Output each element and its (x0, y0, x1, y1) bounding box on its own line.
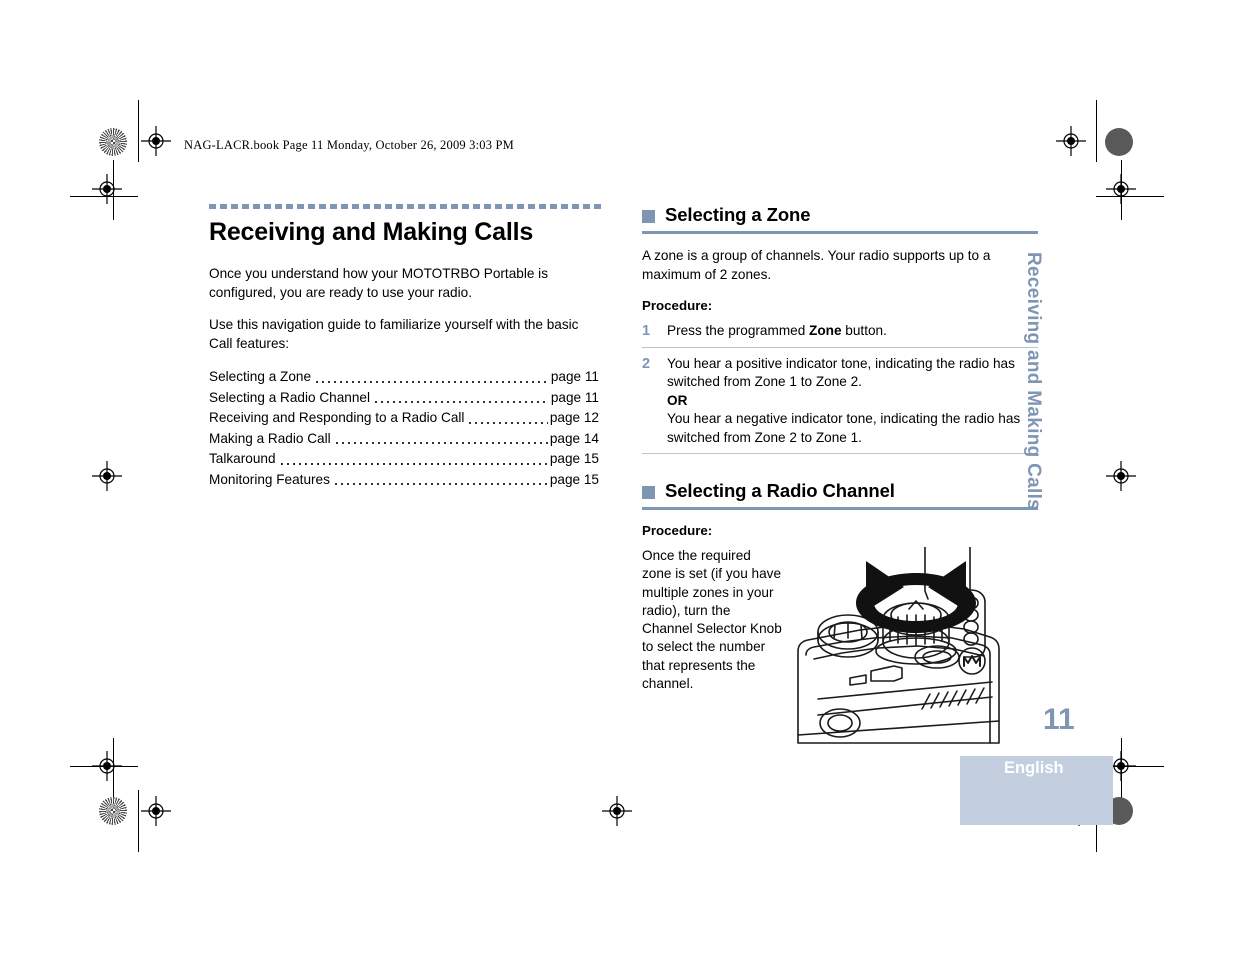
trim-line-top-left-vertical (138, 100, 139, 162)
section-underline-rule (642, 231, 1038, 234)
dot-registration-target-top-right (1105, 128, 1133, 156)
toc-leader-dots (332, 482, 548, 486)
registration-crosshair-bottom-center (602, 796, 632, 826)
intro-paragraph: Once you understand how your MOTOTRBO Po… (209, 266, 548, 300)
section-body-text: A zone is a group of channels. Your radi… (642, 248, 991, 282)
square-bullet-icon (642, 209, 655, 223)
channel-instruction-block: Once the required zone is set (if you ha… (642, 546, 1038, 747)
table-of-contents: Selecting a Zone page 11 Selecting a Rad… (209, 367, 599, 490)
step-bold-term: Zone (809, 323, 842, 338)
section-selecting-a-radio-channel: Selecting a Radio Channel Procedure: Onc… (642, 480, 1038, 747)
procedure-step: 1 Press the programmed Zone button. (642, 322, 1038, 348)
registration-crosshair-left-lower (92, 461, 122, 491)
registration-crosshair-left-bottom (92, 751, 122, 781)
toc-entry[interactable]: Selecting a Radio Channel page 11 (209, 388, 599, 409)
step-or-divider: OR (667, 392, 688, 408)
toc-entry-label: Selecting a Zone (209, 369, 312, 384)
registration-crosshair-top-right (1056, 126, 1086, 156)
step-text-line1: You hear a positive indicator tone, indi… (667, 355, 1015, 390)
toc-leader-dots (467, 420, 548, 425)
toc-leader-dots (333, 441, 548, 445)
step-number: 2 (642, 355, 651, 372)
procedure-step: 2 You hear a positive indicator tone, in… (642, 355, 1038, 454)
trim-line-bottom-left-vertical (138, 790, 139, 852)
registration-crosshair-top-left (141, 126, 171, 156)
toc-entry-label: Selecting a Radio Channel (209, 389, 370, 405)
step-text-line2: You hear a negative indicator tone, indi… (667, 411, 1021, 445)
toc-leader-dots (372, 400, 549, 404)
toc-entry-label: Monitoring Features (209, 471, 330, 487)
registration-crosshair-right-upper (1106, 174, 1136, 204)
toc-entry-page: page 14 (549, 430, 599, 446)
chapter-title-dashed-rule (209, 204, 603, 209)
section-heading: Selecting a Zone (642, 204, 1038, 226)
left-column: Receiving and Making Calls Once you unde… (209, 204, 603, 490)
page-title: Receiving and Making Calls (209, 218, 534, 246)
toc-entry-label: Talkaround (209, 451, 276, 466)
toc-entry-label: Making a Radio Call (209, 430, 331, 446)
toc-leader-dots (278, 461, 548, 466)
toc-entry[interactable]: Receiving and Responding to a Radio Call… (209, 408, 599, 429)
star-registration-target-bottom-left (99, 797, 127, 825)
registration-crosshair-right-lower (1106, 461, 1136, 491)
procedure-step-list: 1 Press the programmed Zone button. 2 Yo… (642, 322, 1038, 454)
step-number: 1 (642, 323, 651, 339)
registration-crosshair-bottom-left-inner (141, 796, 171, 826)
section-heading: Selecting a Radio Channel (642, 480, 1038, 502)
toc-entry-page: page 11 (550, 369, 599, 384)
toc-entry[interactable]: Making a Radio Call page 14 (209, 429, 599, 450)
toc-entry-page: page 15 (549, 471, 599, 487)
channel-body-text: Once the required zone is set (if you ha… (642, 548, 782, 692)
nav-paragraph: Use this navigation guide to familiarize… (209, 317, 579, 351)
toc-entry[interactable]: Selecting a Zone page 11 (209, 367, 599, 388)
toc-entry-page: page 15 (549, 451, 599, 466)
toc-leader-dots (314, 379, 549, 384)
section-title: Selecting a Radio Channel (665, 480, 895, 501)
document-page: NAG-LACR.book Page 11 Monday, October 26… (0, 0, 1235, 954)
running-head-vertical: Receiving and Making Calls (1023, 252, 1044, 511)
toc-entry[interactable]: Monitoring Features page 15 (209, 470, 599, 491)
page-number: 11 (1043, 703, 1075, 736)
toc-entry[interactable]: Talkaround page 15 (209, 449, 599, 470)
right-column: Selecting a Zone A zone is a group of ch… (642, 204, 1038, 751)
step-text-before: Press the programmed (667, 323, 810, 338)
toc-entry-page: page 11 (550, 389, 599, 405)
step-text: You hear a positive indicator tone, indi… (667, 355, 1038, 448)
print-header-text: NAG-LACR.book Page 11 Monday, October 26… (184, 138, 514, 152)
section-selecting-a-zone: Selecting a Zone A zone is a group of ch… (642, 204, 1038, 454)
procedure-label: Procedure: (642, 523, 713, 538)
language-tab-label: English (1004, 759, 1064, 777)
section-underline-rule (642, 507, 1038, 510)
step-text-after: button. (841, 323, 887, 338)
registration-crosshair-left-upper (92, 174, 122, 204)
step-text: Press the programmed Zone button. (667, 322, 1038, 341)
section-title: Selecting a Zone (665, 204, 811, 225)
procedure-label: Procedure: (642, 298, 713, 313)
star-registration-target-top-left (99, 128, 127, 156)
radio-illustration (794, 546, 1019, 747)
toc-entry-label: Receiving and Responding to a Radio Call (209, 410, 465, 425)
square-bullet-icon (642, 485, 655, 499)
trim-line-top-right-vertical (1096, 100, 1097, 162)
toc-entry-page: page 12 (549, 410, 599, 425)
